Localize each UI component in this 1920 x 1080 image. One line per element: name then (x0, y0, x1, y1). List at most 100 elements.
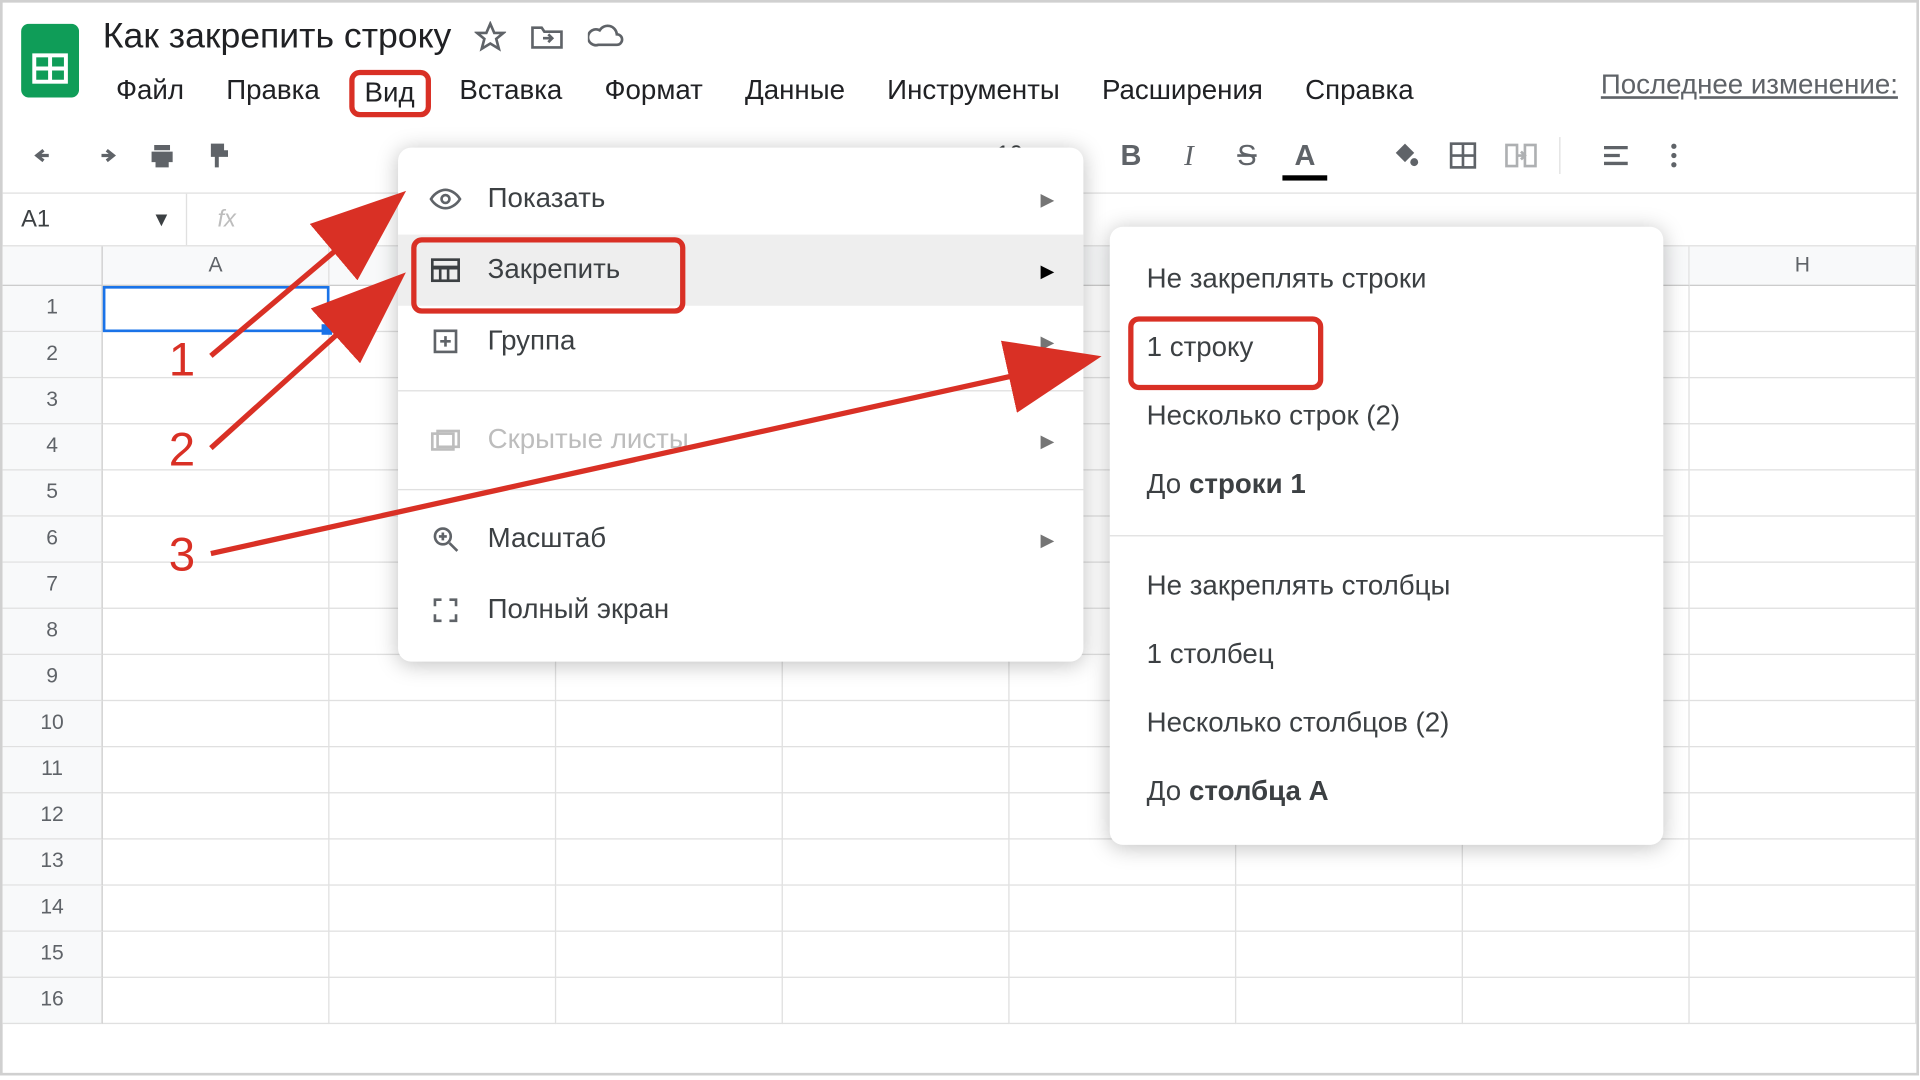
cell[interactable] (330, 701, 557, 747)
cell[interactable] (1010, 886, 1237, 932)
cell[interactable] (330, 978, 557, 1024)
menu-format[interactable]: Формат (591, 70, 716, 117)
cell[interactable] (103, 793, 330, 839)
row-header[interactable]: 11 (3, 747, 103, 793)
view-show-item[interactable]: Показать▸ (398, 163, 1083, 234)
cell[interactable] (556, 655, 783, 701)
row-header[interactable]: 2 (3, 332, 103, 378)
row-header[interactable]: 8 (3, 609, 103, 655)
menu-extensions[interactable]: Расширения (1089, 70, 1276, 117)
cell[interactable] (783, 747, 1010, 793)
cell[interactable] (1010, 932, 1237, 978)
cell[interactable] (783, 701, 1010, 747)
cell[interactable] (103, 424, 330, 470)
move-to-folder-icon[interactable] (530, 22, 564, 51)
view-zoom-item[interactable]: Масштаб▸ (398, 503, 1083, 574)
cell[interactable] (556, 840, 783, 886)
cell[interactable] (1236, 886, 1463, 932)
row-header[interactable]: 4 (3, 424, 103, 470)
freeze-no-rows-item[interactable]: Не закреплять строки (1110, 245, 1664, 314)
cell[interactable] (103, 932, 330, 978)
cell[interactable] (1236, 978, 1463, 1024)
freeze-many-cols-item[interactable]: Несколько столбцов (2) (1110, 689, 1664, 758)
menu-insert[interactable]: Вставка (446, 70, 575, 117)
cell[interactable] (783, 655, 1010, 701)
menu-help[interactable]: Справка (1292, 70, 1427, 117)
merge-cells-button[interactable] (1501, 135, 1541, 175)
italic-button[interactable]: I (1169, 135, 1209, 175)
row-header[interactable]: 6 (3, 517, 103, 563)
cell[interactable] (1690, 932, 1917, 978)
view-freeze-item[interactable]: Закрепить▸ (398, 235, 1083, 306)
row-header[interactable]: 10 (3, 701, 103, 747)
cell[interactable] (1690, 471, 1917, 517)
column-header[interactable]: H (1690, 246, 1917, 286)
borders-button[interactable] (1443, 135, 1483, 175)
cell[interactable] (1690, 747, 1917, 793)
cell[interactable] (103, 978, 330, 1024)
row-header[interactable]: 5 (3, 471, 103, 517)
row-header[interactable]: 15 (3, 932, 103, 978)
view-group-item[interactable]: Группа▸ (398, 306, 1083, 377)
name-box[interactable]: A1 ▾ (3, 194, 188, 245)
cell[interactable] (103, 517, 330, 563)
column-header[interactable]: A (103, 246, 330, 286)
cell[interactable] (1463, 886, 1690, 932)
cell[interactable] (1010, 840, 1237, 886)
cell[interactable] (330, 932, 557, 978)
row-header[interactable]: 7 (3, 563, 103, 609)
cell[interactable] (103, 747, 330, 793)
cell[interactable] (783, 886, 1010, 932)
select-all-corner[interactable] (3, 246, 103, 286)
redo-icon[interactable] (84, 135, 124, 175)
cell[interactable] (1690, 517, 1917, 563)
row-header[interactable]: 13 (3, 840, 103, 886)
cell[interactable] (783, 932, 1010, 978)
cell[interactable] (1010, 978, 1237, 1024)
horizontal-align-button[interactable] (1596, 135, 1636, 175)
freeze-one-row-item[interactable]: 1 строку (1110, 314, 1664, 383)
cell[interactable] (1463, 932, 1690, 978)
cell[interactable] (1690, 563, 1917, 609)
cell[interactable] (556, 978, 783, 1024)
cell[interactable] (1690, 978, 1917, 1024)
cell[interactable] (103, 701, 330, 747)
menu-edit[interactable]: Правка (213, 70, 333, 117)
cell[interactable] (556, 793, 783, 839)
cell[interactable] (1690, 424, 1917, 470)
menu-tools[interactable]: Инструменты (874, 70, 1073, 117)
cell[interactable] (330, 655, 557, 701)
print-icon[interactable] (142, 135, 182, 175)
cell[interactable] (1690, 840, 1917, 886)
cell[interactable] (330, 793, 557, 839)
freeze-no-cols-item[interactable]: Не закреплять столбцы (1110, 552, 1664, 621)
toolbar-more-button[interactable] (1654, 135, 1694, 175)
cell[interactable] (1690, 701, 1917, 747)
active-cell-A1[interactable] (103, 286, 330, 332)
cell[interactable] (1236, 932, 1463, 978)
view-fullscreen-item[interactable]: Полный экран (398, 575, 1083, 646)
strikethrough-button[interactable]: S (1227, 135, 1267, 175)
freeze-one-col-item[interactable]: 1 столбец (1110, 621, 1664, 690)
cell[interactable] (783, 978, 1010, 1024)
cell[interactable] (103, 655, 330, 701)
cell[interactable] (556, 886, 783, 932)
cell[interactable] (330, 840, 557, 886)
row-header[interactable]: 3 (3, 378, 103, 424)
cell[interactable] (330, 886, 557, 932)
freeze-upto-col-item[interactable]: Достолбца A (1110, 758, 1664, 827)
cloud-status-icon[interactable] (588, 23, 625, 49)
cell[interactable] (783, 840, 1010, 886)
cell[interactable] (103, 563, 330, 609)
freeze-upto-row-item[interactable]: Достроки 1 (1110, 451, 1664, 520)
cell[interactable] (1236, 840, 1463, 886)
row-header[interactable]: 9 (3, 655, 103, 701)
fill-handle[interactable] (322, 324, 333, 335)
cell[interactable] (1690, 655, 1917, 701)
row-header[interactable]: 16 (3, 978, 103, 1024)
document-title[interactable]: Как закрепить строку (103, 16, 452, 57)
cell[interactable] (556, 932, 783, 978)
cell[interactable] (556, 747, 783, 793)
cell[interactable] (556, 701, 783, 747)
row-header[interactable]: 12 (3, 793, 103, 839)
